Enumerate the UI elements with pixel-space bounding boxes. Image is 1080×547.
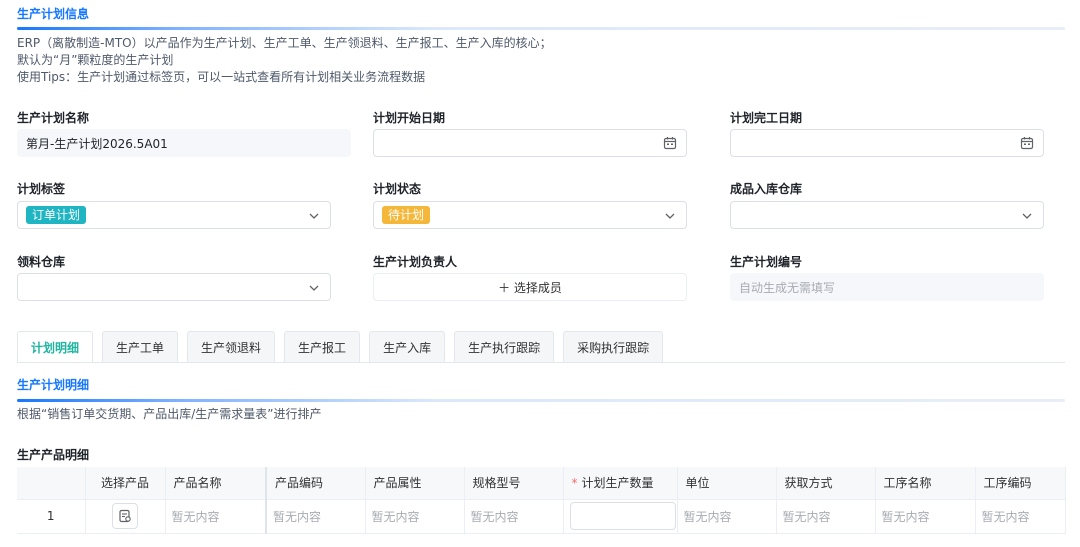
chevron-down-icon [309, 285, 319, 291]
chevron-down-icon [309, 213, 319, 219]
plan-no-placeholder: 自动生成无需填写 [739, 280, 836, 295]
header-product-attr: 产品属性 [365, 467, 465, 500]
tab-execution-tracking[interactable]: 生产执行跟踪 [454, 331, 555, 363]
header-acquire-method: 获取方式 [776, 467, 876, 500]
finished-warehouse-label: 成品入库仓库 [730, 182, 803, 196]
material-warehouse-label: 领料仓库 [17, 255, 66, 269]
end-date-label: 计划完工日期 [730, 111, 803, 125]
required-marker: * [571, 476, 578, 491]
header-process-name: 工序名称 [875, 467, 976, 500]
plan-name-value: 第月-生产计划2026.5A01 [26, 136, 168, 151]
material-warehouse-select[interactable] [17, 273, 331, 301]
select-member-button[interactable]: ＋ 选择成员 [373, 273, 687, 301]
header-process-code: 工序编码 [975, 467, 1066, 500]
section-divider [17, 399, 1065, 402]
header-product-code: 产品编码 [266, 467, 366, 500]
table-row: 1 暂无内容 暂无内容 暂无内容 暂无内容 暂无内容 暂无内容 暂无内容 暂无内… [17, 499, 1066, 534]
tabs-baseline [17, 362, 1065, 363]
header-plan-qty-label: 计划生产数量 [581, 476, 654, 491]
tab-material-issue-return[interactable]: 生产领退料 [187, 331, 276, 363]
description-line-2: 默认为“月”颗粒度的生产计划 [17, 53, 174, 67]
end-date-picker[interactable] [730, 129, 1044, 157]
cell-product-code: 暂无内容 [266, 499, 366, 534]
chevron-down-icon [1022, 213, 1032, 219]
plan-tag-chip: 订单计划 [26, 206, 87, 224]
schedule-description: 根据“销售订单交货期、产品出库/生产需求量表”进行排产 [17, 407, 322, 421]
header-unit: 单位 [677, 467, 777, 500]
plan-no-label: 生产计划编号 [730, 255, 803, 269]
calendar-icon [1020, 137, 1034, 150]
cell-spec-model: 暂无内容 [464, 499, 564, 534]
start-date-picker[interactable] [373, 129, 687, 157]
plan-name-field[interactable]: 第月-生产计划2026.5A01 [17, 129, 351, 157]
calendar-icon [663, 137, 677, 150]
plan-qty-input[interactable] [569, 502, 676, 530]
finished-warehouse-select[interactable] [730, 201, 1044, 229]
row-index: 1 [17, 499, 86, 534]
plan-status-select[interactable]: 待计划 [373, 201, 687, 229]
table-header-row: 选择产品 产品名称 产品编码 产品属性 规格型号 * 计划生产数量 单位 获取方式… [17, 467, 1066, 500]
plan-no-field: 自动生成无需填写 [730, 273, 1044, 301]
plan-tag-label: 计划标签 [17, 182, 66, 196]
select-product-cell [85, 499, 166, 534]
description-line-1: ERP（离散制造-MTO）以产品作为生产计划、生产工单、生产领退料、生产报工、生… [17, 36, 552, 50]
tab-production-inbound[interactable]: 生产入库 [369, 331, 446, 363]
header-select-product: 选择产品 [85, 467, 166, 500]
plan-status-chip: 待计划 [382, 206, 431, 224]
cell-plan-qty [563, 499, 678, 534]
section-divider [17, 27, 1065, 30]
cell-acquire-method: 暂无内容 [776, 499, 876, 534]
select-product-button[interactable] [112, 503, 138, 529]
tab-bar: 计划明细 生产工单 生产领退料 生产报工 生产入库 生产执行跟踪 采购执行跟踪 [17, 331, 664, 363]
product-picker-icon [119, 509, 131, 523]
header-plan-qty: * 计划生产数量 [563, 467, 678, 500]
tab-production-report[interactable]: 生产报工 [284, 331, 361, 363]
section-title-plan-detail: 生产计划明细 [17, 378, 90, 392]
plan-status-label: 计划状态 [373, 182, 422, 196]
cell-process-code: 暂无内容 [975, 499, 1066, 534]
chevron-down-icon [665, 213, 675, 219]
product-detail-table: 选择产品 产品名称 产品编码 产品属性 规格型号 * 计划生产数量 单位 获取方式… [17, 467, 1066, 534]
header-index [17, 467, 86, 500]
cell-unit: 暂无内容 [677, 499, 777, 534]
cell-process-name: 暂无内容 [875, 499, 976, 534]
product-detail-title: 生产产品明细 [17, 448, 90, 462]
description-line-3: 使用Tips：生产计划通过标签页，可以一站式查看所有计划相关业务流程数据 [17, 70, 426, 84]
plan-name-label: 生产计划名称 [17, 111, 90, 125]
cell-product-attr: 暂无内容 [365, 499, 465, 534]
header-product-name: 产品名称 [165, 467, 267, 500]
header-spec-model: 规格型号 [464, 467, 564, 500]
tab-work-order[interactable]: 生产工单 [102, 331, 179, 363]
tab-purchase-tracking[interactable]: 采购执行跟踪 [563, 331, 664, 363]
start-date-label: 计划开始日期 [373, 111, 446, 125]
tab-plan-detail[interactable]: 计划明细 [17, 331, 94, 363]
cell-product-name: 暂无内容 [165, 499, 267, 534]
select-member-label: ＋ 选择成员 [498, 280, 562, 295]
owner-label: 生产计划负责人 [373, 255, 458, 269]
plan-tag-select[interactable]: 订单计划 [17, 201, 331, 229]
section-title-plan-info: 生产计划信息 [17, 7, 90, 21]
